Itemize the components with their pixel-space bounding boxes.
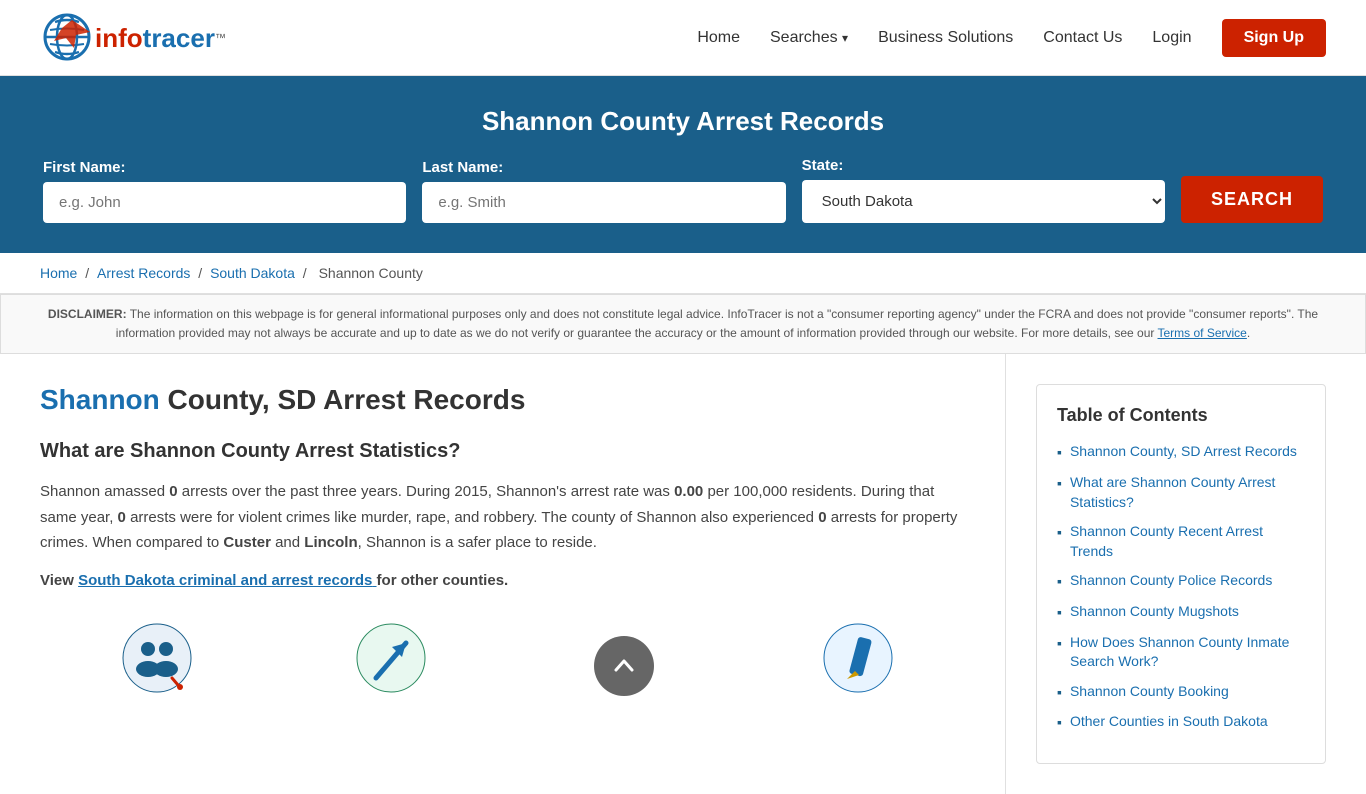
last-name-input[interactable]: [422, 182, 785, 223]
terms-of-service-link[interactable]: Terms of Service: [1158, 326, 1247, 340]
toc-list: Shannon County, SD Arrest Records What ar…: [1057, 442, 1305, 733]
search-button[interactable]: SEARCH: [1181, 176, 1323, 223]
main-nav: Home Searches ▾ Business Solutions Conta…: [697, 19, 1326, 57]
toc-item: How Does Shannon County Inmate Search Wo…: [1057, 633, 1305, 672]
icons-row: [40, 613, 975, 696]
arrest-stats-title: What are Shannon County Arrest Statistic…: [40, 440, 975, 463]
property-count: 0: [818, 509, 826, 526]
arrow-up-icon: [356, 623, 426, 693]
toc-box: Table of Contents Shannon County, SD Arr…: [1036, 384, 1326, 764]
violent-count: 0: [118, 509, 126, 526]
view-link-paragraph: View South Dakota criminal and arrest re…: [40, 572, 975, 589]
arrest-stats-paragraph: Shannon amassed 0 arrests over the past …: [40, 479, 975, 556]
main-content: Shannon County, SD Arrest Records What a…: [0, 354, 1366, 794]
toc-item: What are Shannon County Arrest Statistic…: [1057, 473, 1305, 512]
breadcrumb-sep2: /: [198, 265, 206, 281]
breadcrumb-sep3: /: [303, 265, 311, 281]
county2-name: Lincoln: [304, 534, 357, 551]
disclaimer-bar: DISCLAIMER: The information on this webp…: [0, 294, 1366, 354]
icon-scroll-up[interactable]: [508, 636, 742, 696]
toc-link[interactable]: Shannon County Recent Arrest Trends: [1070, 522, 1305, 561]
breadcrumb: Home / Arrest Records / South Dakota / S…: [0, 253, 1366, 294]
pencil-icon: [823, 623, 893, 693]
first-name-input[interactable]: [43, 182, 406, 223]
toc-item: Shannon County Police Records: [1057, 571, 1305, 592]
breadcrumb-sep1: /: [85, 265, 93, 281]
south-dakota-records-link[interactable]: South Dakota criminal and arrest records: [78, 572, 376, 589]
state-group: State: South Dakota Alabama Alaska Arizo…: [802, 157, 1165, 223]
toc-link[interactable]: What are Shannon County Arrest Statistic…: [1070, 473, 1305, 512]
nav-contact-us[interactable]: Contact Us: [1043, 29, 1122, 47]
toc-item: Other Counties in South Dakota: [1057, 712, 1305, 733]
toc-link[interactable]: Shannon County Booking: [1070, 682, 1229, 702]
first-name-group: First Name:: [43, 159, 406, 223]
logo-tm: ™: [215, 32, 226, 44]
search-title: Shannon County Arrest Records: [40, 106, 1326, 137]
toc-link[interactable]: Shannon County Police Records: [1070, 571, 1272, 591]
logo-icon: [40, 10, 95, 65]
breadcrumb-arrest-records[interactable]: Arrest Records: [97, 265, 190, 281]
search-section: Shannon County Arrest Records First Name…: [0, 76, 1366, 253]
logo-info: info: [95, 23, 143, 53]
last-name-group: Last Name:: [422, 159, 785, 223]
search-form: First Name: Last Name: State: South Dako…: [43, 157, 1323, 223]
chevron-up-icon: [610, 652, 638, 680]
breadcrumb-shannon-county: Shannon County: [319, 265, 423, 281]
logo[interactable]: infotracer™: [40, 10, 226, 65]
icon-arrow: [274, 623, 508, 696]
disclaimer-text: The information on this webpage is for g…: [116, 307, 1318, 340]
state-select[interactable]: South Dakota Alabama Alaska Arizona Arka…: [802, 180, 1165, 223]
page-main-title: Shannon County, SD Arrest Records: [40, 384, 975, 416]
disclaimer-label: DISCLAIMER:: [48, 307, 127, 321]
title-highlight: Shannon: [40, 384, 160, 415]
last-name-label: Last Name:: [422, 159, 785, 176]
login-button[interactable]: Login: [1152, 29, 1191, 47]
toc-item: Shannon County Mugshots: [1057, 602, 1305, 623]
state-label: State:: [802, 157, 1165, 174]
arrests-count: 0: [169, 483, 177, 500]
nav-searches[interactable]: Searches ▾: [770, 29, 848, 47]
county1-name: Custer: [223, 534, 271, 551]
title-rest: County, SD Arrest Records: [160, 384, 526, 415]
toc-item: Shannon County, SD Arrest Records: [1057, 442, 1305, 463]
content-left: Shannon County, SD Arrest Records What a…: [40, 354, 1006, 794]
people-icon: [122, 623, 192, 693]
toc-link[interactable]: Shannon County, SD Arrest Records: [1070, 442, 1297, 462]
content-right: Table of Contents Shannon County, SD Arr…: [1006, 354, 1326, 794]
header: infotracer™ Home Searches ▾ Business Sol…: [0, 0, 1366, 76]
chevron-down-icon: ▾: [842, 31, 848, 45]
signup-button[interactable]: Sign Up: [1222, 19, 1326, 57]
icon-pencil: [741, 623, 975, 696]
nav-business-solutions[interactable]: Business Solutions: [878, 29, 1013, 47]
arrest-rate: 0.00: [674, 483, 703, 500]
breadcrumb-south-dakota[interactable]: South Dakota: [210, 265, 295, 281]
toc-item: Shannon County Recent Arrest Trends: [1057, 522, 1305, 561]
nav-home[interactable]: Home: [697, 29, 740, 47]
logo-tracer: tracer: [143, 23, 215, 53]
toc-item: Shannon County Booking: [1057, 682, 1305, 703]
toc-link[interactable]: How Does Shannon County Inmate Search Wo…: [1070, 633, 1305, 672]
icon-people: [40, 623, 274, 696]
breadcrumb-home[interactable]: Home: [40, 265, 77, 281]
toc-link[interactable]: Shannon County Mugshots: [1070, 602, 1239, 622]
toc-link[interactable]: Other Counties in South Dakota: [1070, 712, 1268, 732]
toc-title: Table of Contents: [1057, 405, 1305, 426]
first-name-label: First Name:: [43, 159, 406, 176]
